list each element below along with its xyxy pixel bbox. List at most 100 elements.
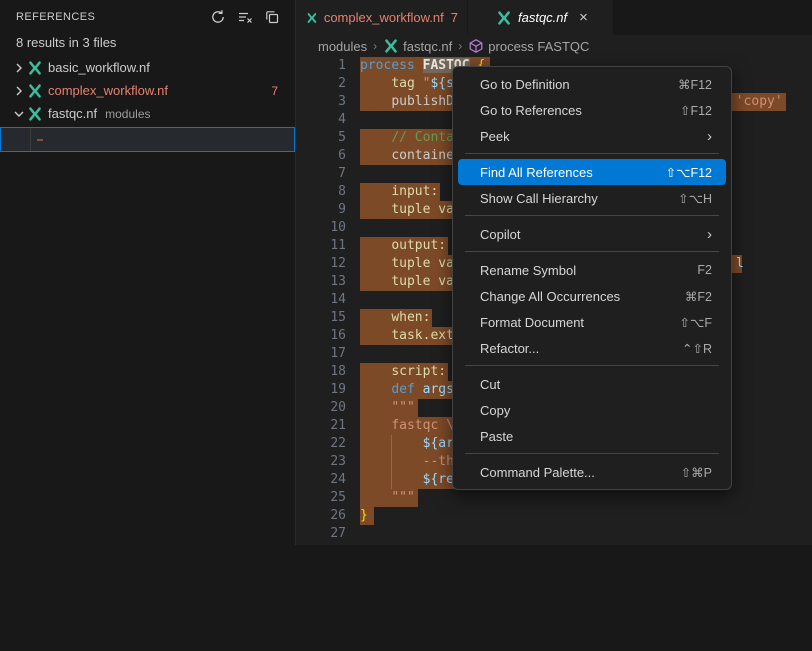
tree-indent-guide bbox=[30, 128, 31, 151]
refresh-icon bbox=[210, 9, 226, 25]
references-panel-header: REFERENCES bbox=[0, 0, 295, 33]
breadcrumb-item[interactable]: fastqc.nf bbox=[383, 38, 452, 54]
menu-item-shortcut: ⇧⌥F12 bbox=[666, 165, 712, 180]
menu-item-shortcut: ⇧⌘P bbox=[681, 465, 712, 480]
line-number: 18 bbox=[296, 363, 346, 381]
menu-item-shortcut: ⇧F12 bbox=[680, 103, 712, 118]
menu-item-label: Change All Occurrences bbox=[480, 289, 620, 304]
tab-bar-empty-space bbox=[614, 0, 812, 35]
line-number: 13 bbox=[296, 273, 346, 291]
line-number: 26 bbox=[296, 507, 346, 525]
reference-result-item[interactable] bbox=[0, 127, 295, 152]
line-number: 8 bbox=[296, 183, 346, 201]
breadcrumb-separator: › bbox=[457, 39, 463, 53]
menu-item-copilot[interactable]: Copilot › bbox=[458, 221, 726, 247]
nextflow-icon bbox=[27, 106, 43, 122]
menu-item-label: Cut bbox=[480, 377, 500, 392]
close-icon[interactable]: × bbox=[579, 10, 588, 25]
vscode-window: REFERENCES 8 results in 3 files basic_wo… bbox=[0, 0, 812, 545]
nextflow-icon bbox=[496, 10, 512, 26]
line-number: 4 bbox=[296, 111, 346, 129]
menu-separator bbox=[465, 153, 719, 154]
menu-item-label: Show Call Hierarchy bbox=[480, 191, 598, 206]
line-number: 20 bbox=[296, 399, 346, 417]
line-number: 3 bbox=[296, 93, 346, 111]
line-number: 1 bbox=[296, 57, 346, 75]
tab-complex_workflow-nf[interactable]: complex_workflow.nf 7 bbox=[296, 0, 468, 35]
line-number: 22 bbox=[296, 435, 346, 453]
tab-problem-badge: 7 bbox=[451, 10, 458, 25]
nextflow-icon bbox=[383, 38, 399, 54]
breadcrumb-item[interactable]: modules bbox=[318, 39, 367, 54]
breadcrumb: modules › fastqc.nf › process FASTQC bbox=[296, 35, 812, 57]
menu-item-shortcut: ⌘F2 bbox=[685, 289, 712, 304]
chevron-down-icon[interactable] bbox=[11, 106, 27, 122]
reference-count-badge: 7 bbox=[271, 84, 278, 98]
menu-item-label: Go to Definition bbox=[480, 77, 570, 92]
menu-item-shortcut: ⇧⌥H bbox=[678, 191, 712, 206]
panel-title: REFERENCES bbox=[16, 11, 95, 23]
code-line[interactable]: 25 """ bbox=[296, 489, 812, 507]
panel-toolbar bbox=[209, 8, 281, 26]
menu-item-peek[interactable]: Peek › bbox=[458, 123, 726, 149]
code-line[interactable]: 26 } bbox=[296, 507, 812, 525]
file-tree-item[interactable]: complex_workflow.nf 7 bbox=[0, 79, 295, 102]
submenu-arrow-icon: › bbox=[707, 227, 712, 242]
breadcrumb-item[interactable]: process FASTQC bbox=[468, 38, 589, 54]
menu-separator bbox=[465, 251, 719, 252]
clear-all-icon bbox=[237, 9, 253, 25]
file-description: modules bbox=[105, 107, 150, 121]
copy-icon-button[interactable] bbox=[263, 8, 281, 26]
submenu-arrow-icon: › bbox=[707, 129, 712, 144]
results-summary: 8 results in 3 files bbox=[0, 33, 295, 56]
copy-icon bbox=[264, 9, 280, 25]
menu-item-command-palette[interactable]: Command Palette... ⇧⌘P bbox=[458, 459, 726, 485]
menu-item-show-call-hierarchy[interactable]: Show Call Hierarchy ⇧⌥H bbox=[458, 185, 726, 211]
menu-item-rename-symbol[interactable]: Rename Symbol F2 bbox=[458, 257, 726, 283]
chevron-right-icon[interactable] bbox=[11, 83, 27, 99]
menu-item-cut[interactable]: Cut bbox=[458, 371, 726, 397]
menu-item-label: Format Document bbox=[480, 315, 584, 330]
menu-separator bbox=[465, 365, 719, 366]
menu-item-paste[interactable]: Paste bbox=[458, 423, 726, 449]
code-line[interactable]: 27 bbox=[296, 525, 812, 543]
menu-item-find-all-references[interactable]: Find All References ⇧⌥F12 bbox=[458, 159, 726, 185]
line-number: 15 bbox=[296, 309, 346, 327]
menu-item-refactor[interactable]: Refactor... ⌃⇧R bbox=[458, 335, 726, 361]
menu-item-go-to-definition[interactable]: Go to Definition ⌘F12 bbox=[458, 71, 726, 97]
menu-item-shortcut: F2 bbox=[697, 263, 712, 277]
file-name: fastqc.nf bbox=[48, 106, 97, 121]
file-name: basic_workflow.nf bbox=[48, 60, 150, 75]
line-number: 19 bbox=[296, 381, 346, 399]
menu-separator bbox=[465, 453, 719, 454]
menu-item-change-all-occurrences[interactable]: Change All Occurrences ⌘F2 bbox=[458, 283, 726, 309]
clear-all-icon-button[interactable] bbox=[236, 8, 254, 26]
refresh-icon-button[interactable] bbox=[209, 8, 227, 26]
menu-item-label: Go to References bbox=[480, 103, 582, 118]
file-tree-item[interactable]: fastqc.nf modules bbox=[0, 102, 295, 125]
nextflow-icon bbox=[27, 83, 43, 99]
menu-item-label: Command Palette... bbox=[480, 465, 595, 480]
references-panel: REFERENCES 8 results in 3 files basic_wo… bbox=[0, 0, 296, 545]
menu-item-label: Paste bbox=[480, 429, 513, 444]
menu-item-copy[interactable]: Copy bbox=[458, 397, 726, 423]
menu-item-shortcut: ⇧⌥F bbox=[679, 315, 712, 330]
menu-separator bbox=[465, 215, 719, 216]
line-number: 21 bbox=[296, 417, 346, 435]
menu-item-label: Copy bbox=[480, 403, 510, 418]
tab-label: fastqc.nf bbox=[518, 10, 567, 25]
file-tree-item[interactable]: basic_workflow.nf bbox=[0, 56, 295, 79]
menu-item-label: Refactor... bbox=[480, 341, 539, 356]
line-number: 9 bbox=[296, 201, 346, 219]
editor-context-menu: Go to Definition ⌘F12 Go to References ⇧… bbox=[452, 66, 732, 490]
menu-item-format-document[interactable]: Format Document ⇧⌥F bbox=[458, 309, 726, 335]
line-number: 5 bbox=[296, 129, 346, 147]
line-number: 14 bbox=[296, 291, 346, 309]
menu-item-label: Peek bbox=[480, 129, 510, 144]
symbol-object-icon bbox=[468, 38, 484, 54]
tab-fastqc-nf[interactable]: fastqc.nf × bbox=[468, 0, 614, 35]
chevron-right-icon[interactable] bbox=[11, 60, 27, 76]
menu-item-go-to-references[interactable]: Go to References ⇧F12 bbox=[458, 97, 726, 123]
reference-match-text bbox=[37, 139, 43, 141]
breadcrumb-separator: › bbox=[372, 39, 378, 53]
